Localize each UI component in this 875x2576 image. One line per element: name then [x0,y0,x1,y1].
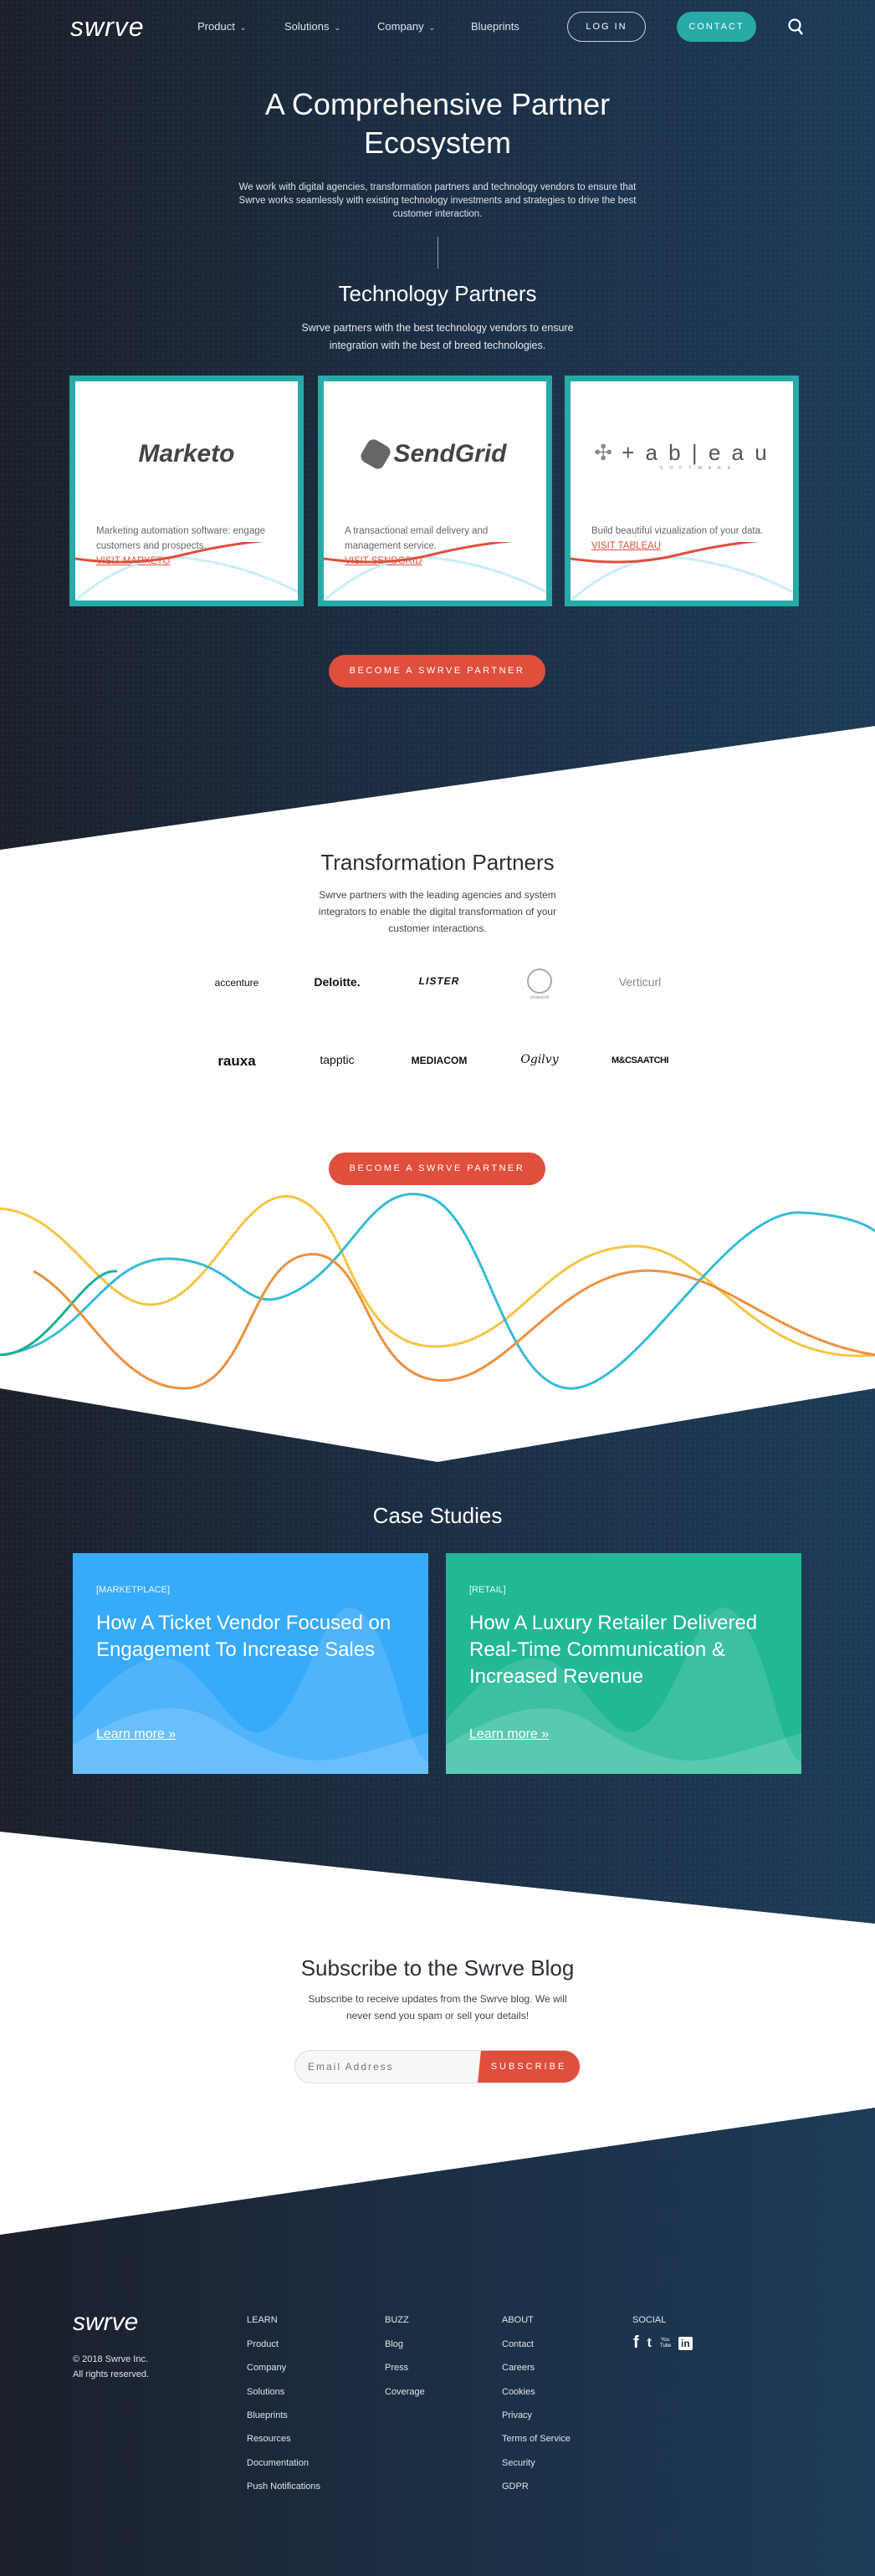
email-input[interactable] [295,2051,488,2083]
footer-link[interactable]: Security [502,2458,535,2468]
copyright: © 2018 Swrve Inc. All rights reserved. [73,2354,150,2379]
learn-more-link[interactable]: Learn more » [96,1727,176,1742]
footer-link[interactable]: GDPR [502,2481,529,2492]
chevron-down-icon: ⌄ [334,23,341,32]
accenture-logo: accenture [214,977,259,989]
footer-link[interactable]: Resources [247,2434,291,2444]
deloitte-logo: Deloitte. [314,975,361,989]
case-title: How A Ticket Vendor Focused on Engagemen… [96,1612,391,1661]
transformation-text: Swrve partners with the leading agencies… [318,889,557,934]
lister-logo: LISTER [418,975,460,987]
mediacom-logo: MEDIACOM [411,1055,468,1066]
login-button[interactable]: LOG IN [567,12,646,42]
card-wave [75,542,298,601]
marketo-logo: Marketo [138,440,235,468]
search-icon[interactable] [788,18,805,37]
become-partner-button[interactable]: BECOME A SWRVE PARTNER [329,655,545,687]
footer-link[interactable]: Privacy [502,2410,532,2420]
footer-logo[interactable]: swrve [73,2308,138,2337]
mcsaatchi-logo: M&CSAATCHI [611,1055,669,1066]
footer-link[interactable]: Contact [502,2339,534,2349]
footer-link[interactable]: Terms of Service [502,2434,571,2444]
chevron-down-icon: ⌄ [428,23,436,32]
footer-bg [0,2108,875,2576]
case-title: How A Luxury Retailer Delivered Real-Tim… [469,1612,758,1688]
case-study-card[interactable]: [MARKETPLACE] How A Ticket Vendor Focuse… [73,1553,428,1774]
rauxa-logo: rauxa [217,1053,256,1069]
footer-link[interactable]: Cookies [502,2387,535,2397]
facebook-icon[interactable]: f [633,2333,639,2353]
youtube-icon[interactable]: You Tube [660,2338,671,2349]
chevron-down-icon: ⌄ [239,23,247,32]
subscribe-form: SUBSCRIBE [294,2050,581,2083]
footer-link[interactable]: Careers [502,2363,535,2373]
contact-button[interactable]: CONTACT [677,12,756,42]
footer-link[interactable]: Blueprints [247,2410,288,2420]
page-title: A Comprehensive Partner Ecosystem [264,87,611,160]
partner-card-sendgrid: SendGrid A transactional email delivery … [318,376,552,606]
hero-text: We work with digital agencies, transform… [238,182,637,219]
nav-blueprints[interactable]: Blueprints [471,20,519,33]
footer-link[interactable]: Solutions [247,2387,284,2397]
social-heading: SOCIAL [632,2315,667,2325]
card-wave [571,542,793,601]
tableau-logo: ✣ + a b | e a u SOFTWARE [594,440,770,471]
showscott-logo: showscott [494,969,586,1000]
sendgrid-logo: SendGrid [324,437,546,472]
footer-heading-about: ABOUT [502,2315,534,2325]
tech-partners-text: Swrve partners with the best technology … [301,322,574,351]
swrve-logo[interactable]: swrve [70,12,145,43]
partner-card-marketo: Marketo Marketing automation software: e… [69,376,304,606]
ogilvy-logo: Ogilvy [520,1053,559,1066]
nav-solutions[interactable]: Solutions ⌄ [284,20,340,33]
nav-company[interactable]: Company ⌄ [377,20,435,33]
card-description: Build beautiful vizualization of your da… [591,526,764,536]
partner-card-tableau: ✣ + a b | e a u SOFTWARE Build beautiful v… [565,376,799,606]
twitter-icon[interactable]: t [647,2336,652,2351]
footer-link[interactable]: Press [385,2363,408,2373]
blog-text: Subscribe to receive updates from the Sw… [308,1993,567,2021]
subscribe-button[interactable]: SUBSCRIBE [478,2051,580,2083]
linkedin-icon[interactable]: in [678,2336,693,2350]
social-icons: f t You Tube in [633,2333,693,2353]
verticurl-logo: Verticurl [618,975,662,989]
case-tag: [MARKETPLACE] [96,1585,171,1595]
blog-title: Subscribe to the Swrve Blog [300,1955,575,1981]
footer-link[interactable]: Blog [385,2339,403,2349]
card-wave [324,542,546,601]
footer-link[interactable]: Product [247,2339,279,2349]
transformation-title: Transformation Partners [320,850,555,875]
footer-link[interactable]: Documentation [247,2458,309,2468]
footer-link[interactable]: Coverage [385,2387,425,2397]
decorative-waves [0,1193,875,1390]
case-study-card[interactable]: [RETAIL] How A Luxury Retailer Delivered… [446,1553,801,1774]
nav-product[interactable]: Product ⌄ [197,20,246,33]
footer-heading-learn: LEARN [247,2315,278,2325]
case-tag: [RETAIL] [469,1585,506,1595]
learn-more-link[interactable]: Learn more » [469,1727,549,1742]
tapptic-logo: tapptic [320,1053,355,1066]
footer-heading-buzz: BUZZ [385,2315,409,2325]
footer-link[interactable]: Push Notifications [247,2481,320,2492]
case-studies-title: Case Studies [372,1503,503,1528]
footer-link[interactable]: Company [247,2363,286,2373]
tech-partners-title: Technology Partners [338,281,537,306]
